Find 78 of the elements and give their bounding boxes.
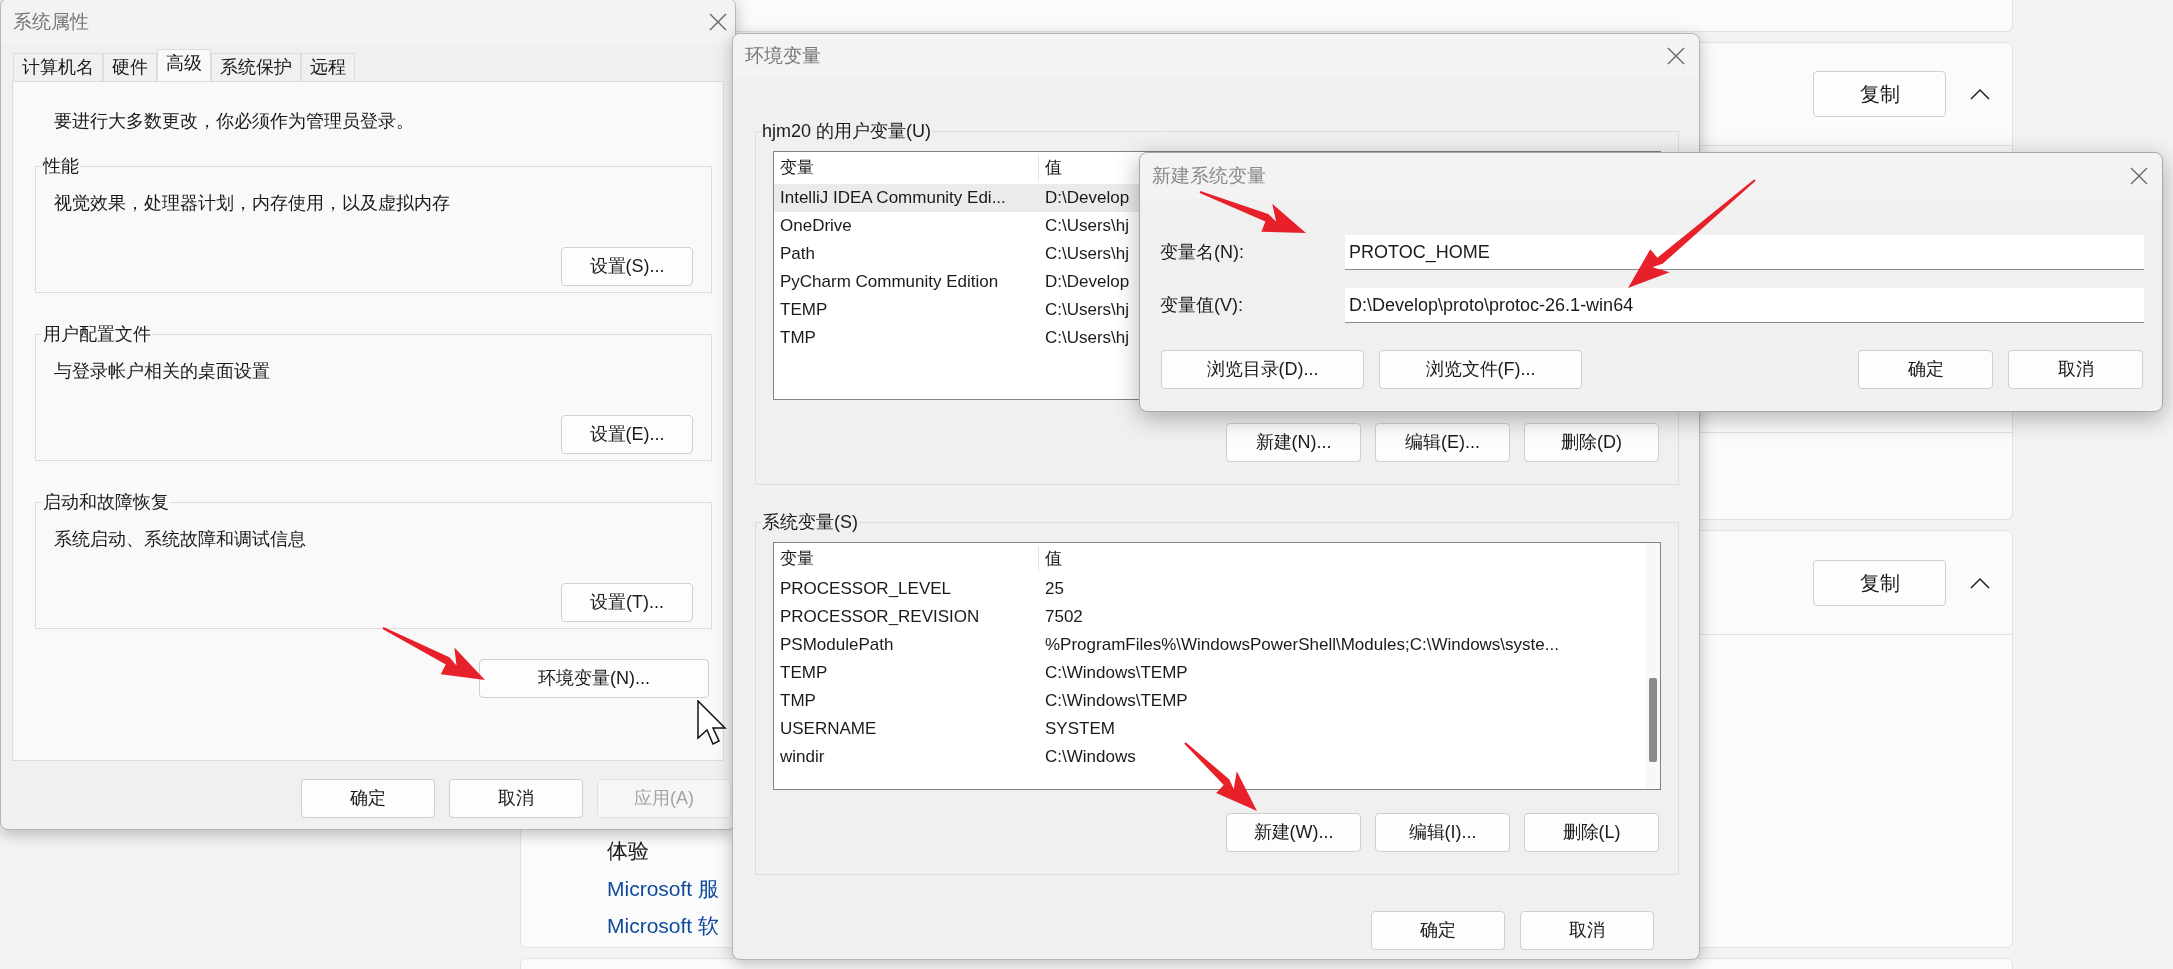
group-title: hjm20 的用户变量(U) xyxy=(761,120,932,143)
copy-button[interactable]: 复制 xyxy=(1813,559,1946,606)
settings-button[interactable]: 设置(E)... xyxy=(561,415,693,454)
input-field[interactable]: PROTOC_HOME xyxy=(1345,235,2144,270)
close-icon[interactable] xyxy=(2130,167,2148,185)
variable-name: windir xyxy=(779,746,826,769)
column-header[interactable]: 值 xyxy=(1039,546,1062,572)
variable-value: C:\Windows\TEMP xyxy=(1044,690,1188,713)
dialog-button[interactable]: 确定 xyxy=(1371,911,1505,950)
variable-action-button[interactable]: 删除(L) xyxy=(1524,813,1659,852)
input-field[interactable]: D:\Develop\proto\protoc-26.1-win64 xyxy=(1345,288,2144,323)
variable-action-button[interactable]: 新建(W)... xyxy=(1226,813,1361,852)
tab[interactable]: 远程 xyxy=(301,53,355,81)
environment-variables-button[interactable]: 环境变量(N)... xyxy=(479,659,709,698)
column-header[interactable]: 变量 xyxy=(774,155,1039,181)
variable-name: Path xyxy=(779,243,816,266)
variable-value: D:\Develop xyxy=(1044,271,1130,294)
variable-value: C:\Users\hj xyxy=(1044,299,1130,322)
copy-button[interactable]: 复制 xyxy=(1813,71,1946,117)
variable-value: %ProgramFiles%\WindowsPowerShell\Modules;C:\Windows\syste... xyxy=(1044,634,1559,657)
browse-button[interactable]: 浏览目录(D)... xyxy=(1161,350,1364,389)
variable-action-button[interactable]: 编辑(I)... xyxy=(1375,813,1510,852)
browse-button[interactable]: 浏览文件(F)... xyxy=(1379,350,1582,389)
variable-value: C:\Users\hj xyxy=(1044,327,1130,350)
settings-button[interactable]: 设置(S)... xyxy=(561,247,693,286)
variable-value: C:\Windows xyxy=(1044,746,1136,769)
variable-value: C:\Windows\TEMP xyxy=(1044,662,1188,685)
tab[interactable]: 系统保护 xyxy=(211,53,301,81)
tab[interactable]: 计算机名 xyxy=(13,53,103,81)
tab[interactable]: 硬件 xyxy=(103,53,157,81)
group-title: 启动和故障恢复 xyxy=(42,491,170,514)
variable-name: PyCharm Community Edition xyxy=(779,271,1000,294)
field-label: 变量名(N): xyxy=(1160,241,1245,264)
field-label: 变量值(V): xyxy=(1160,294,1244,317)
column-header[interactable]: 变量 xyxy=(774,546,1039,572)
group-title: 用户配置文件 xyxy=(42,323,152,346)
variable-action-button[interactable]: 新建(N)... xyxy=(1226,423,1361,462)
variable-value: D:\Develop xyxy=(1044,187,1130,210)
chevron-up-icon[interactable] xyxy=(1970,88,1990,100)
variable-name: TEMP xyxy=(779,662,829,685)
dialog-button[interactable]: 确定 xyxy=(1858,350,1993,389)
dialog-button[interactable]: 取消 xyxy=(1520,911,1654,950)
variable-name: PROCESSOR_REVISION xyxy=(779,606,981,629)
group-title: 性能 xyxy=(42,155,80,178)
close-icon[interactable] xyxy=(709,13,727,31)
variable-value: 7502 xyxy=(1044,606,1083,629)
section-title: 体验 xyxy=(607,838,650,864)
dialog-button[interactable]: 确定 xyxy=(301,779,435,818)
scrollbar[interactable] xyxy=(1646,543,1660,789)
dialog-button[interactable]: 取消 xyxy=(2008,350,2143,389)
group-description: 视觉效果，处理器计划，内存使用，以及虚拟内存 xyxy=(54,192,451,215)
window-title: 环境变量 xyxy=(745,43,821,68)
variable-value: C:\Users\hj xyxy=(1044,215,1130,238)
variable-name: USERNAME xyxy=(779,718,878,741)
variable-name: TMP xyxy=(779,327,817,350)
variable-name: IntelliJ IDEA Community Edi... xyxy=(779,187,1007,210)
variable-name: TEMP xyxy=(779,299,829,322)
variable-action-button[interactable]: 编辑(E)... xyxy=(1375,423,1510,462)
group-title: 系统变量(S) xyxy=(761,511,859,534)
variable-name: PROCESSOR_LEVEL xyxy=(779,578,952,601)
variable-name: PSModulePath xyxy=(779,634,895,657)
column-header[interactable]: 值 xyxy=(1039,155,1062,181)
variable-value: C:\Users\hj xyxy=(1044,243,1130,266)
dialog-button[interactable]: 取消 xyxy=(449,779,583,818)
tab[interactable]: 高级 xyxy=(157,49,211,81)
variable-action-button[interactable]: 删除(D) xyxy=(1524,423,1659,462)
variable-name: OneDrive xyxy=(779,215,853,238)
window-title: 新建系统变量 xyxy=(1152,163,1266,188)
variable-value: 25 xyxy=(1044,578,1064,601)
notice-text: 要进行大多数更改，你必须作为管理员登录。 xyxy=(53,110,415,133)
group-description: 与登录帐户相关的桌面设置 xyxy=(54,360,271,383)
group-description: 系统启动、系统故障和调试信息 xyxy=(54,528,307,551)
close-icon[interactable] xyxy=(1667,47,1685,65)
settings-button[interactable]: 设置(T)... xyxy=(561,583,693,622)
chevron-up-icon[interactable] xyxy=(1970,576,1990,589)
window-title: 系统属性 xyxy=(13,9,89,34)
variable-name: TMP xyxy=(779,690,817,713)
variable-value: SYSTEM xyxy=(1044,718,1115,741)
